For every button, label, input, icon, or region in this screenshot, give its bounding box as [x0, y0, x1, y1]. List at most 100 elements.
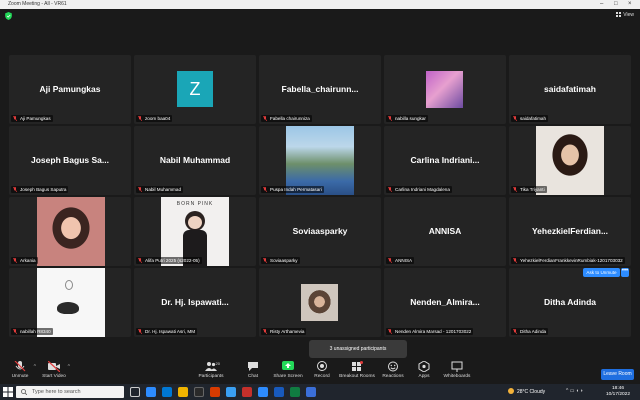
app-icon[interactable] — [226, 387, 236, 397]
participant-name: Carlina Indriani... — [410, 155, 480, 165]
participant-label: Dr. Hj. Ispawati Asri, MM — [136, 328, 198, 335]
minimize-icon[interactable]: – — [600, 0, 603, 9]
windows-start-icon[interactable] — [3, 387, 13, 397]
participant-tile[interactable]: Nabil Muhammad Nabil Muhammad — [134, 126, 256, 195]
participant-label: Tika Triyanti — [511, 186, 547, 193]
participant-label: Joseph Bagus Saputra — [11, 186, 69, 193]
apps-icon — [418, 361, 430, 372]
taskbar-search-box[interactable]: Type here to search — [16, 386, 124, 398]
maximize-icon[interactable]: □ — [614, 0, 618, 9]
muted-mic-icon — [513, 329, 517, 334]
file-explorer-icon[interactable] — [178, 387, 188, 397]
participant-name: Soviaasparky — [292, 226, 348, 236]
start-video-button[interactable]: Start Video ^ — [34, 360, 74, 384]
windows-taskbar: Type here to search 28°C Cloudy ^ ▭ ◖ ◗ … — [0, 384, 640, 400]
muted-mic-icon — [388, 258, 392, 263]
participant-label: Fabella chairunniza — [261, 115, 312, 122]
store-icon[interactable] — [194, 387, 204, 397]
participant-tile[interactable]: nabillah R8340 — [9, 268, 131, 337]
record-button[interactable]: Record — [302, 360, 342, 384]
participant-label: YehezkielFerdianFrankkevinRumbiak-120170… — [511, 257, 625, 264]
participant-label: Nenden Almira Marsad - 1201703022 — [386, 328, 474, 335]
participant-tile[interactable]: BORN PINK Alifa Putri 2025 (s2022-05) — [134, 197, 256, 266]
caret-up-icon[interactable]: ^ — [68, 364, 70, 370]
muted-microphone-icon — [14, 361, 26, 372]
participant-label: Risty Arthamevia — [261, 328, 307, 335]
participant-tile[interactable]: ANNISA ANNISA — [384, 197, 506, 266]
word-icon[interactable] — [274, 387, 284, 397]
participant-tile[interactable]: Puspa Indah Permatasari — [259, 126, 381, 195]
participant-tile[interactable]: Nenden_Almira... Nenden Almira Marsad - … — [384, 268, 506, 337]
participant-tile[interactable]: Carlina Indriani... Carlina Indriani Mag… — [384, 126, 506, 195]
taskbar-clock[interactable]: 18:46 10/17/2022 — [606, 386, 630, 398]
muted-mic-icon — [263, 116, 267, 121]
participant-name: Ditha Adinda — [543, 297, 597, 307]
profile-picture — [286, 126, 354, 195]
more-options-button[interactable]: ••• — [621, 268, 629, 277]
app-icon[interactable] — [306, 387, 316, 397]
participant-label: nabillah R8340 — [11, 328, 53, 335]
participant-label: Alifa Putri 2025 (s2022-05) — [136, 257, 202, 264]
excel-icon[interactable] — [290, 387, 300, 397]
system-tray[interactable]: ^ ▭ ◖ ◗ — [566, 388, 583, 394]
participants-button[interactable]: Participants 20 — [191, 360, 231, 384]
muted-mic-icon — [513, 116, 517, 121]
leave-room-button[interactable]: Leave Room — [601, 369, 634, 380]
participant-tile[interactable]: saidafatimah saidafatimah — [509, 55, 631, 124]
task-view-icon[interactable] — [130, 387, 140, 397]
participant-tile[interactable]: Arkania — [9, 197, 131, 266]
participant-tile[interactable]: Z zoom baa04 — [134, 55, 256, 124]
muted-mic-icon — [263, 187, 267, 192]
meeting-toolbar: Unmute ^ Start Video ^ Participants 20 Chat… — [0, 358, 640, 384]
participant-tile[interactable]: Soviaasparky Soviaasparky — [259, 197, 381, 266]
profile-picture: BORN PINK — [161, 197, 229, 266]
participant-tile[interactable]: YehezkielFerdian... YehezkielFerdianFran… — [509, 197, 631, 266]
ask-to-unmute-button[interactable]: Ask to Unmute — [583, 268, 620, 277]
edge-icon[interactable] — [162, 387, 172, 397]
profile-picture — [37, 268, 105, 337]
participant-count-badge: 20 — [215, 361, 220, 366]
close-icon[interactable]: × — [628, 0, 632, 9]
zoom-window: Zoom Meeting - All - VR61 – □ × View Aji… — [0, 0, 640, 400]
participant-tile[interactable]: Tika Triyanti — [509, 126, 631, 195]
office-icon[interactable] — [210, 387, 220, 397]
app-icon[interactable] — [242, 387, 252, 397]
muted-mic-icon — [513, 187, 517, 192]
participant-label: Arkania — [11, 257, 38, 264]
muted-mic-icon — [513, 258, 517, 263]
muted-mic-icon — [263, 329, 267, 334]
participant-tile[interactable]: nabilla sungkar — [384, 55, 506, 124]
muted-mic-icon — [388, 187, 392, 192]
participant-label: Puspa Indah Permatasari — [261, 186, 324, 193]
muted-mic-icon — [263, 258, 267, 263]
participant-tile[interactable]: Dr. Hj. Ispawati... Dr. Hj. Ispawati Asr… — [134, 268, 256, 337]
muted-mic-icon — [138, 258, 142, 263]
avatar: Z — [177, 71, 213, 107]
profile-picture — [301, 284, 338, 321]
whiteboards-button[interactable]: Whiteboards — [437, 360, 477, 384]
weather-widget[interactable]: 28°C Cloudy — [508, 388, 545, 395]
muted-mic-icon — [138, 116, 142, 121]
participant-tile[interactable]: Risty Arthamevia — [259, 268, 381, 337]
breakout-rooms-button[interactable]: Breakout Rooms — [337, 360, 377, 384]
whiteboard-icon — [451, 361, 463, 372]
participant-label: Nabil Muhammad — [136, 186, 183, 193]
participant-tile[interactable]: Fabella_chairunn... Fabella chairunniza — [259, 55, 381, 124]
participant-name: Dr. Hj. Ispawati... — [161, 297, 229, 307]
participant-name: YehezkielFerdian... — [531, 226, 609, 236]
participant-tile[interactable]: Ditha Adinda Ditha Adinda — [509, 268, 631, 337]
participant-tile[interactable]: Joseph Bagus Sa... Joseph Bagus Saputra — [9, 126, 131, 195]
participant-label: Ditha Adinda — [511, 328, 549, 335]
meeting-top-bar: View — [0, 9, 640, 23]
unassigned-participants-notice[interactable]: 3 unassigned participants — [309, 340, 407, 358]
security-shield-icon[interactable] — [5, 12, 12, 20]
chat-button[interactable]: Chat — [233, 360, 273, 384]
zoom-app-icon[interactable] — [146, 387, 156, 397]
zoom-taskbar-icon[interactable] — [258, 387, 268, 397]
muted-mic-icon — [388, 329, 392, 334]
participant-tile[interactable]: Aji Pamungkas Aji Pamungkas — [9, 55, 131, 124]
view-button[interactable]: View — [616, 12, 634, 18]
muted-mic-icon — [138, 329, 142, 334]
muted-mic-icon — [13, 116, 17, 121]
participant-label: zoom baa04 — [136, 115, 173, 122]
